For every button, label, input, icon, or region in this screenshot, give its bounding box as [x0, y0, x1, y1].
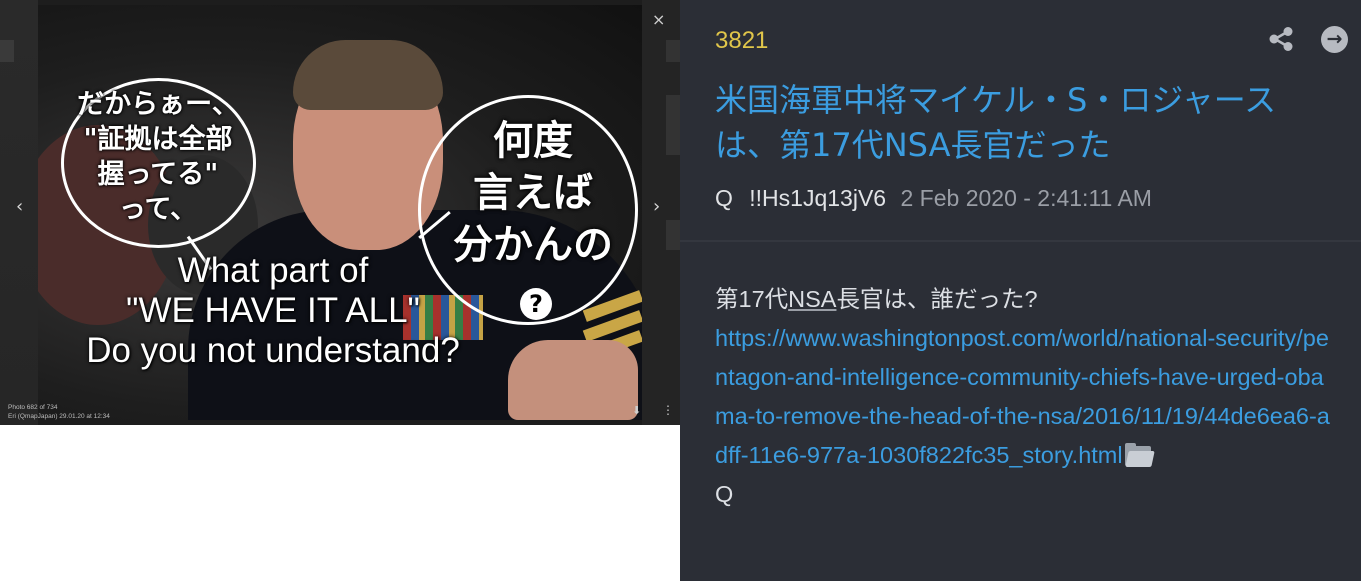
photo-credit: Eri (QmapJapan) 29.01.20 at 12:34 — [8, 413, 110, 420]
meme-photo[interactable]: だからぁー、 "証拠は全部 握ってる" って、 何度 言えば 分かんの ? Wh… — [38, 5, 642, 420]
download-icon[interactable]: ⬇ — [632, 404, 641, 417]
divider — [680, 240, 1361, 242]
post-tripcode: !!Hs1Jq13jV6 — [749, 185, 887, 211]
folder-icon[interactable] — [1123, 443, 1155, 467]
nsa-abbreviation[interactable]: NSA — [788, 286, 836, 312]
photo-viewer: だからぁー、 "証拠は全部 握ってる" って、 何度 言えば 分かんの ? Wh… — [0, 0, 680, 425]
hand-shape — [508, 340, 638, 420]
post-meta: Q !!Hs1Jq13jV6 2 Feb 2020 - 2:41:11 AM — [715, 185, 1152, 212]
question-mark-badge: ? — [520, 288, 552, 320]
post-title: 米国海軍中将マイケル・S・ロジャースは、第17代NSA長官だった — [715, 81, 1277, 164]
post-author: Q — [715, 185, 733, 211]
share-icon[interactable] — [1268, 26, 1294, 52]
speech-text-left: だからぁー、 "証拠は全部 握ってる" って、 — [77, 89, 239, 225]
english-caption: What part of "WE HAVE IT ALL" Do you not… — [86, 251, 460, 370]
post-body: 第17代NSA長官は、誰だった? https://www.washingtonp… — [715, 280, 1340, 514]
previous-photo-icon[interactable]: ‹ — [16, 196, 23, 217]
next-photo-icon[interactable]: › — [653, 196, 660, 217]
article-link[interactable]: https://www.washingtonpost.com/world/nat… — [715, 325, 1330, 468]
photo-info: Photo 682 of 734 Eri (QmapJapan) 29.01.2… — [8, 403, 110, 421]
post-panel: 3821 → 米国海軍中将マイケル・S・ロジャースは、第17代NSA長官だった … — [680, 0, 1361, 581]
photo-counter: Photo 682 of 734 — [8, 404, 58, 411]
post-date: 2 Feb 2020 - 2:41:11 AM — [900, 185, 1152, 211]
arrow-right-circle-icon[interactable]: → — [1321, 26, 1348, 53]
hair-shape — [293, 40, 443, 110]
close-icon[interactable]: × — [652, 10, 665, 29]
post-number[interactable]: 3821 — [715, 27, 768, 55]
post-signature: Q — [715, 481, 734, 507]
question-line: 第17代NSA長官は、誰だった? — [715, 286, 1038, 312]
speech-text-right: 何度 言えば 分かんの — [453, 117, 613, 268]
more-options-icon[interactable]: ⋮ — [662, 403, 674, 417]
viewer-side-right — [642, 0, 680, 425]
